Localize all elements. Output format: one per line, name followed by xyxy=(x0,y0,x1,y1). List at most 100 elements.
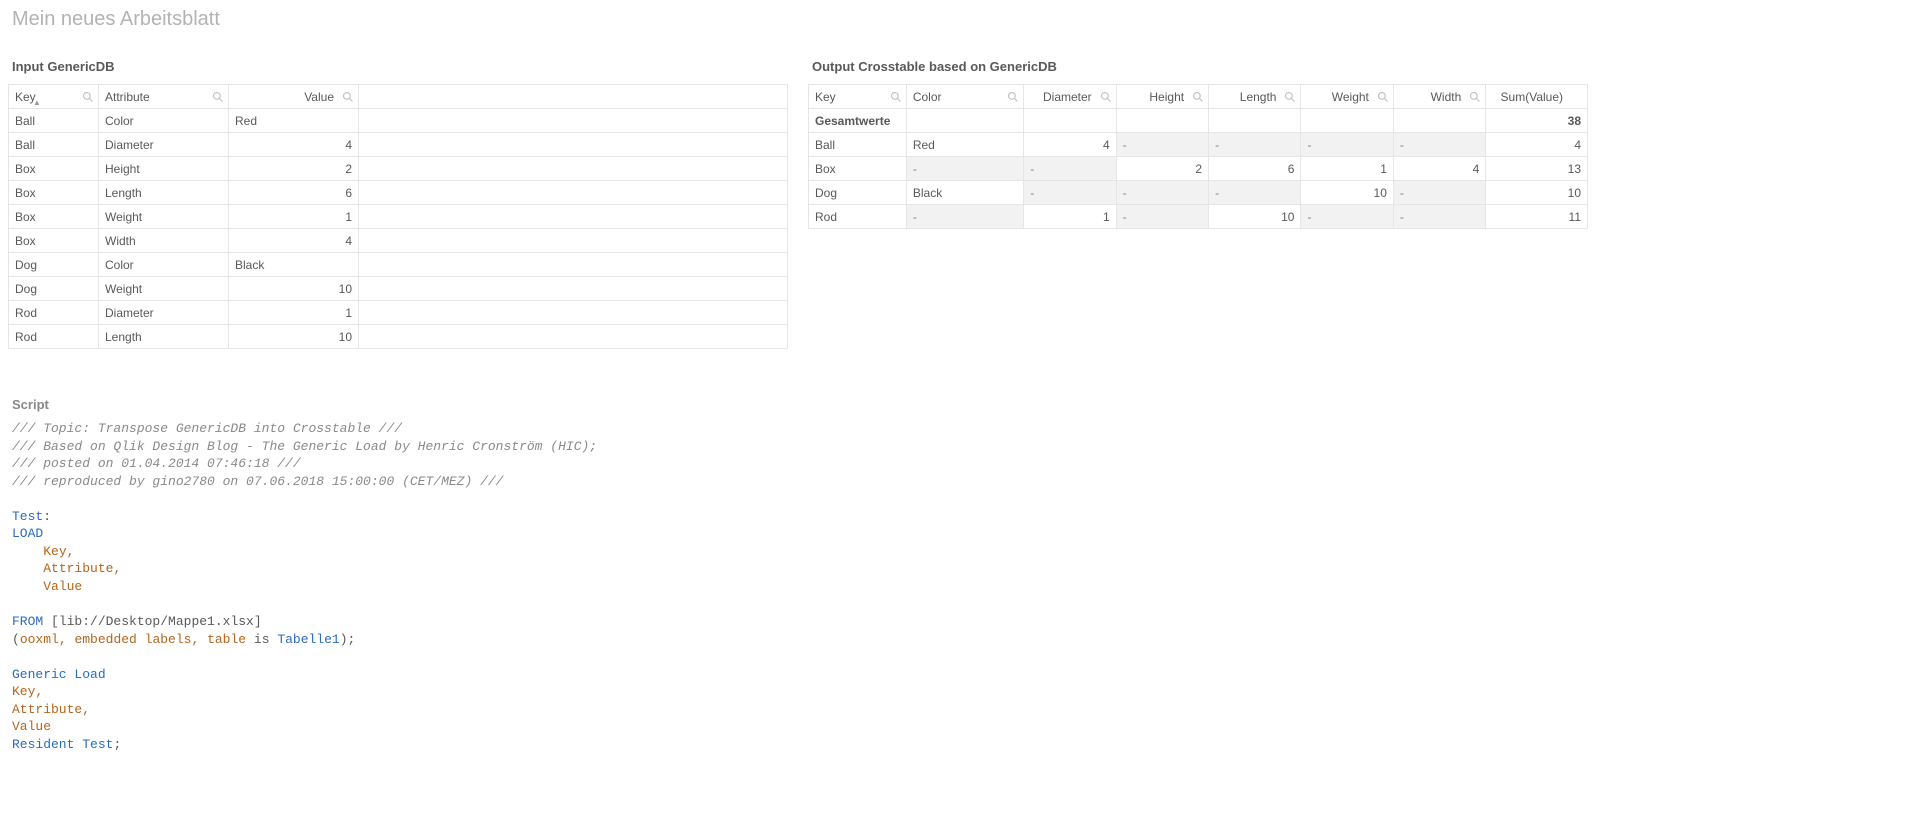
output-col-diameter[interactable]: Diameter xyxy=(1024,85,1116,109)
cell-attribute[interactable]: Diameter xyxy=(99,133,229,157)
table-row[interactable]: RodDiameter1 xyxy=(9,301,788,325)
input-col-key[interactable]: Key ▲ xyxy=(9,85,99,109)
cell-weight[interactable]: 1 xyxy=(1301,157,1393,181)
cell-sum[interactable]: 10 xyxy=(1486,181,1588,205)
cell-value[interactable]: 10 xyxy=(229,277,359,301)
cell-value[interactable]: 1 xyxy=(229,205,359,229)
cell-key[interactable]: Box xyxy=(809,157,907,181)
output-col-color[interactable]: Color xyxy=(906,85,1023,109)
table-row[interactable]: DogBlack---10-10 xyxy=(809,181,1588,205)
cell-key[interactable]: Dog xyxy=(9,277,99,301)
search-icon[interactable] xyxy=(1007,91,1019,103)
cell-weight[interactable]: - xyxy=(1301,133,1393,157)
totals-cell xyxy=(906,109,1023,133)
input-table[interactable]: Key ▲ Attribute Value BallColorRedBal xyxy=(8,84,788,349)
cell-key[interactable]: Box xyxy=(9,229,99,253)
cell-weight[interactable]: - xyxy=(1301,205,1393,229)
cell-height[interactable]: 2 xyxy=(1116,157,1208,181)
cell-color[interactable]: Red xyxy=(906,133,1023,157)
cell-sum[interactable]: 13 xyxy=(1486,157,1588,181)
table-row[interactable]: RodLength10 xyxy=(9,325,788,349)
cell-attribute[interactable]: Weight xyxy=(99,205,229,229)
search-icon[interactable] xyxy=(342,91,354,103)
table-row[interactable]: DogWeight10 xyxy=(9,277,788,301)
search-icon[interactable] xyxy=(212,91,224,103)
cell-value[interactable]: Red xyxy=(229,109,359,133)
cell-value[interactable]: 10 xyxy=(229,325,359,349)
cell-attribute[interactable]: Color xyxy=(99,109,229,133)
cell-attribute[interactable]: Weight xyxy=(99,277,229,301)
output-col-width[interactable]: Width xyxy=(1393,85,1485,109)
cell-value[interactable]: Black xyxy=(229,253,359,277)
input-col-attribute[interactable]: Attribute xyxy=(99,85,229,109)
cell-color[interactable]: - xyxy=(906,157,1023,181)
output-col-key[interactable]: Key xyxy=(809,85,907,109)
cell-width[interactable]: - xyxy=(1393,205,1485,229)
search-icon[interactable] xyxy=(1284,91,1296,103)
cell-diameter[interactable]: 1 xyxy=(1024,205,1116,229)
table-row[interactable]: BoxHeight2 xyxy=(9,157,788,181)
cell-key[interactable]: Ball xyxy=(9,133,99,157)
table-row[interactable]: BallDiameter4 xyxy=(9,133,788,157)
cell-key[interactable]: Rod xyxy=(809,205,907,229)
cell-attribute[interactable]: Length xyxy=(99,325,229,349)
cell-height[interactable]: - xyxy=(1116,133,1208,157)
cell-length[interactable]: 10 xyxy=(1209,205,1301,229)
cell-sum[interactable]: 4 xyxy=(1486,133,1588,157)
cell-attribute[interactable]: Length xyxy=(99,181,229,205)
cell-key[interactable]: Rod xyxy=(9,325,99,349)
cell-value[interactable]: 6 xyxy=(229,181,359,205)
cell-key[interactable]: Box xyxy=(9,181,99,205)
search-icon[interactable] xyxy=(890,91,902,103)
table-row[interactable]: BallColorRed xyxy=(9,109,788,133)
cell-diameter[interactable]: - xyxy=(1024,181,1116,205)
cell-weight[interactable]: 10 xyxy=(1301,181,1393,205)
cell-key[interactable]: Box xyxy=(9,157,99,181)
output-table[interactable]: Key Color Diameter Height xyxy=(808,84,1588,229)
cell-color[interactable]: Black xyxy=(906,181,1023,205)
cell-value[interactable]: 4 xyxy=(229,229,359,253)
search-icon[interactable] xyxy=(1377,91,1389,103)
table-row[interactable]: BoxLength6 xyxy=(9,181,788,205)
cell-attribute[interactable]: Width xyxy=(99,229,229,253)
search-icon[interactable] xyxy=(1100,91,1112,103)
cell-key[interactable]: Ball xyxy=(9,109,99,133)
input-col-value[interactable]: Value xyxy=(229,85,359,109)
cell-key[interactable]: Dog xyxy=(9,253,99,277)
cell-attribute[interactable]: Height xyxy=(99,157,229,181)
search-icon[interactable] xyxy=(1469,91,1481,103)
cell-sum[interactable]: 11 xyxy=(1486,205,1588,229)
output-col-length[interactable]: Length xyxy=(1209,85,1301,109)
search-icon[interactable] xyxy=(1192,91,1204,103)
cell-key[interactable]: Box xyxy=(9,205,99,229)
cell-height[interactable]: - xyxy=(1116,205,1208,229)
cell-key[interactable]: Ball xyxy=(809,133,907,157)
table-row[interactable]: Rod-1-10--11 xyxy=(809,205,1588,229)
cell-value[interactable]: 4 xyxy=(229,133,359,157)
cell-attribute[interactable]: Color xyxy=(99,253,229,277)
cell-value[interactable]: 1 xyxy=(229,301,359,325)
table-row[interactable]: DogColorBlack xyxy=(9,253,788,277)
table-row[interactable]: BallRed4----4 xyxy=(809,133,1588,157)
search-icon[interactable] xyxy=(82,91,94,103)
table-row[interactable]: BoxWeight1 xyxy=(9,205,788,229)
cell-key[interactable]: Dog xyxy=(809,181,907,205)
cell-width[interactable]: - xyxy=(1393,181,1485,205)
cell-length[interactable]: - xyxy=(1209,181,1301,205)
cell-length[interactable]: - xyxy=(1209,133,1301,157)
output-col-height[interactable]: Height xyxy=(1116,85,1208,109)
cell-width[interactable]: - xyxy=(1393,133,1485,157)
cell-height[interactable]: - xyxy=(1116,181,1208,205)
cell-length[interactable]: 6 xyxy=(1209,157,1301,181)
table-row[interactable]: Box--261413 xyxy=(809,157,1588,181)
table-row[interactable]: BoxWidth4 xyxy=(9,229,788,253)
output-col-sum[interactable]: Sum(Value) xyxy=(1486,85,1588,109)
cell-key[interactable]: Rod xyxy=(9,301,99,325)
cell-value[interactable]: 2 xyxy=(229,157,359,181)
output-col-weight[interactable]: Weight xyxy=(1301,85,1393,109)
cell-diameter[interactable]: 4 xyxy=(1024,133,1116,157)
cell-diameter[interactable]: - xyxy=(1024,157,1116,181)
cell-width[interactable]: 4 xyxy=(1393,157,1485,181)
cell-attribute[interactable]: Diameter xyxy=(99,301,229,325)
cell-color[interactable]: - xyxy=(906,205,1023,229)
